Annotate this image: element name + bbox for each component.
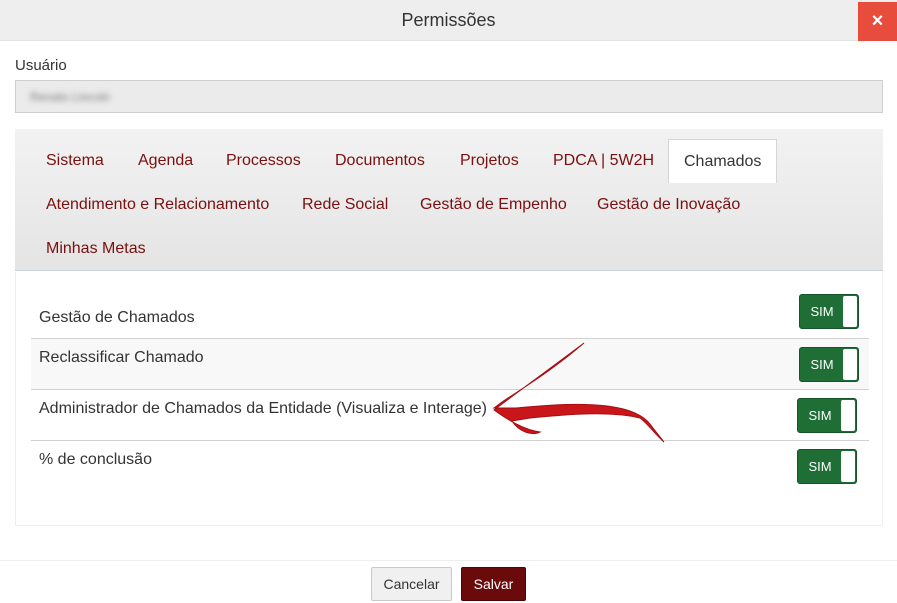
permission-row: Administrador de Chamados da Entidade (V… xyxy=(31,390,869,441)
close-button[interactable]: × xyxy=(858,2,897,41)
close-icon: × xyxy=(871,10,884,32)
permission-row: Gestão de Chamados SIM xyxy=(31,287,869,339)
tab-projetos[interactable]: Projetos xyxy=(460,139,519,183)
toggle-knob xyxy=(843,349,857,380)
permission-row: % de conclusão SIM xyxy=(31,441,869,492)
user-value: Renato Lincoln xyxy=(30,90,111,104)
permissions-dialog: Permissões × Usuário Renato Lincoln Sist… xyxy=(0,0,897,603)
user-label: Usuário xyxy=(15,57,67,74)
dialog-header: Permissões × xyxy=(0,0,897,41)
tab-minhas-metas[interactable]: Minhas Metas xyxy=(46,227,146,271)
tab-atendimento-relacionamento[interactable]: Atendimento e Relacionamento xyxy=(46,183,269,227)
toggle-knob xyxy=(843,296,857,327)
permission-label: Administrador de Chamados da Entidade (V… xyxy=(39,400,487,417)
cancel-button[interactable]: Cancelar xyxy=(371,567,452,601)
permissions-content: Gestão de Chamados SIM Reclassificar Cha… xyxy=(15,272,883,526)
toggle-knob xyxy=(841,400,855,431)
permission-label: % de conclusão xyxy=(39,451,152,468)
user-field: Renato Lincoln xyxy=(15,80,883,113)
permission-row: Reclassificar Chamado SIM xyxy=(31,339,869,390)
toggle-label: SIM xyxy=(808,459,832,474)
footer-divider xyxy=(0,560,897,561)
toggle-label: SIM xyxy=(808,408,832,423)
permission-toggle[interactable]: SIM xyxy=(797,449,857,484)
permission-toggle[interactable]: SIM xyxy=(799,294,859,329)
tabs-panel: Sistema Agenda Processos Documentos Proj… xyxy=(15,129,883,271)
tab-agenda[interactable]: Agenda xyxy=(138,139,193,183)
tab-processos[interactable]: Processos xyxy=(226,139,301,183)
save-button[interactable]: Salvar xyxy=(461,567,526,601)
permission-toggle[interactable]: SIM xyxy=(797,398,857,433)
tab-pdca-5w2h[interactable]: PDCA | 5W2H xyxy=(553,139,654,183)
toggle-knob xyxy=(841,451,855,482)
tab-gestao-inovacao[interactable]: Gestão de Inovação xyxy=(597,183,740,227)
permission-label: Reclassificar Chamado xyxy=(39,349,204,366)
tab-chamados[interactable]: Chamados xyxy=(668,139,778,183)
toggle-label: SIM xyxy=(810,357,834,372)
permission-label: Gestão de Chamados xyxy=(39,309,195,326)
tab-documentos[interactable]: Documentos xyxy=(335,139,425,183)
dialog-title: Permissões xyxy=(401,10,496,30)
tab-sistema[interactable]: Sistema xyxy=(46,139,104,183)
toggle-label: SIM xyxy=(810,304,834,319)
tab-rede-social[interactable]: Rede Social xyxy=(302,183,388,227)
permission-toggle[interactable]: SIM xyxy=(799,347,859,382)
tab-gestao-empenho[interactable]: Gestão de Empenho xyxy=(420,183,567,227)
